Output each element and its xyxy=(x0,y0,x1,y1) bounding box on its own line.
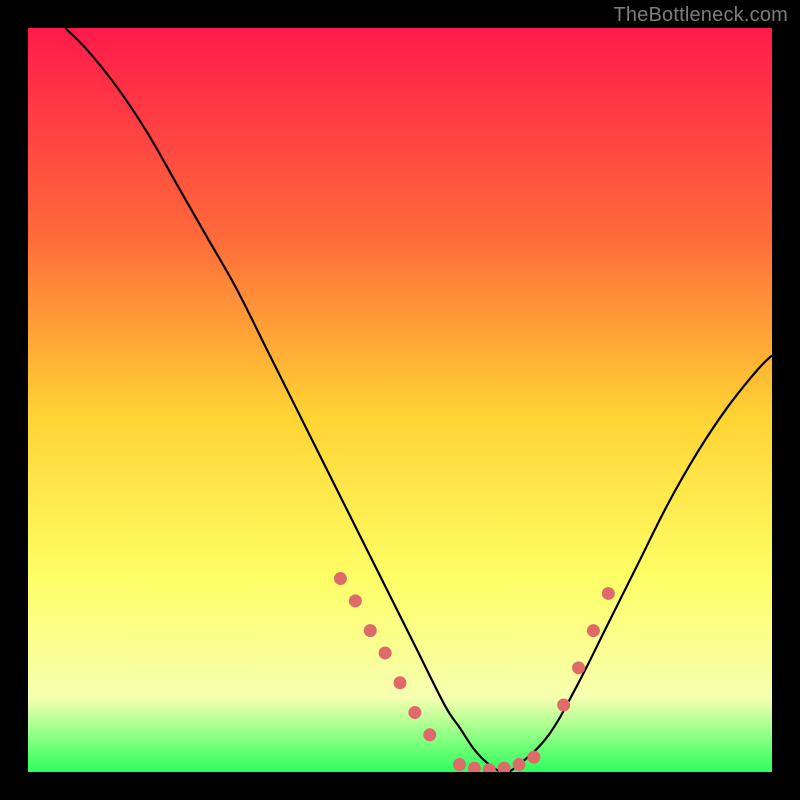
data-marker xyxy=(527,751,540,764)
gradient-background xyxy=(28,28,772,772)
bottleneck-chart xyxy=(28,28,772,772)
data-marker xyxy=(557,699,570,712)
plot-area xyxy=(28,28,772,772)
data-marker xyxy=(602,587,615,600)
data-marker xyxy=(453,758,466,771)
data-marker xyxy=(513,758,526,771)
data-marker xyxy=(423,728,436,741)
data-marker xyxy=(572,661,585,674)
data-marker xyxy=(349,594,362,607)
watermark-text: TheBottleneck.com xyxy=(613,4,788,27)
chart-frame: TheBottleneck.com xyxy=(0,0,800,800)
data-marker xyxy=(408,706,421,719)
data-marker xyxy=(587,624,600,637)
data-marker xyxy=(364,624,377,637)
data-marker xyxy=(394,676,407,689)
data-marker xyxy=(334,572,347,585)
data-marker xyxy=(379,646,392,659)
